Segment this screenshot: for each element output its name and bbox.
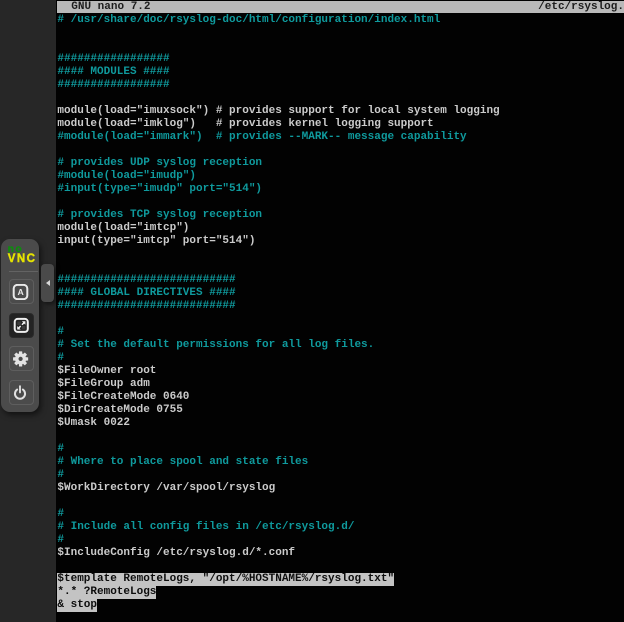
svg-text:A: A bbox=[18, 287, 25, 297]
